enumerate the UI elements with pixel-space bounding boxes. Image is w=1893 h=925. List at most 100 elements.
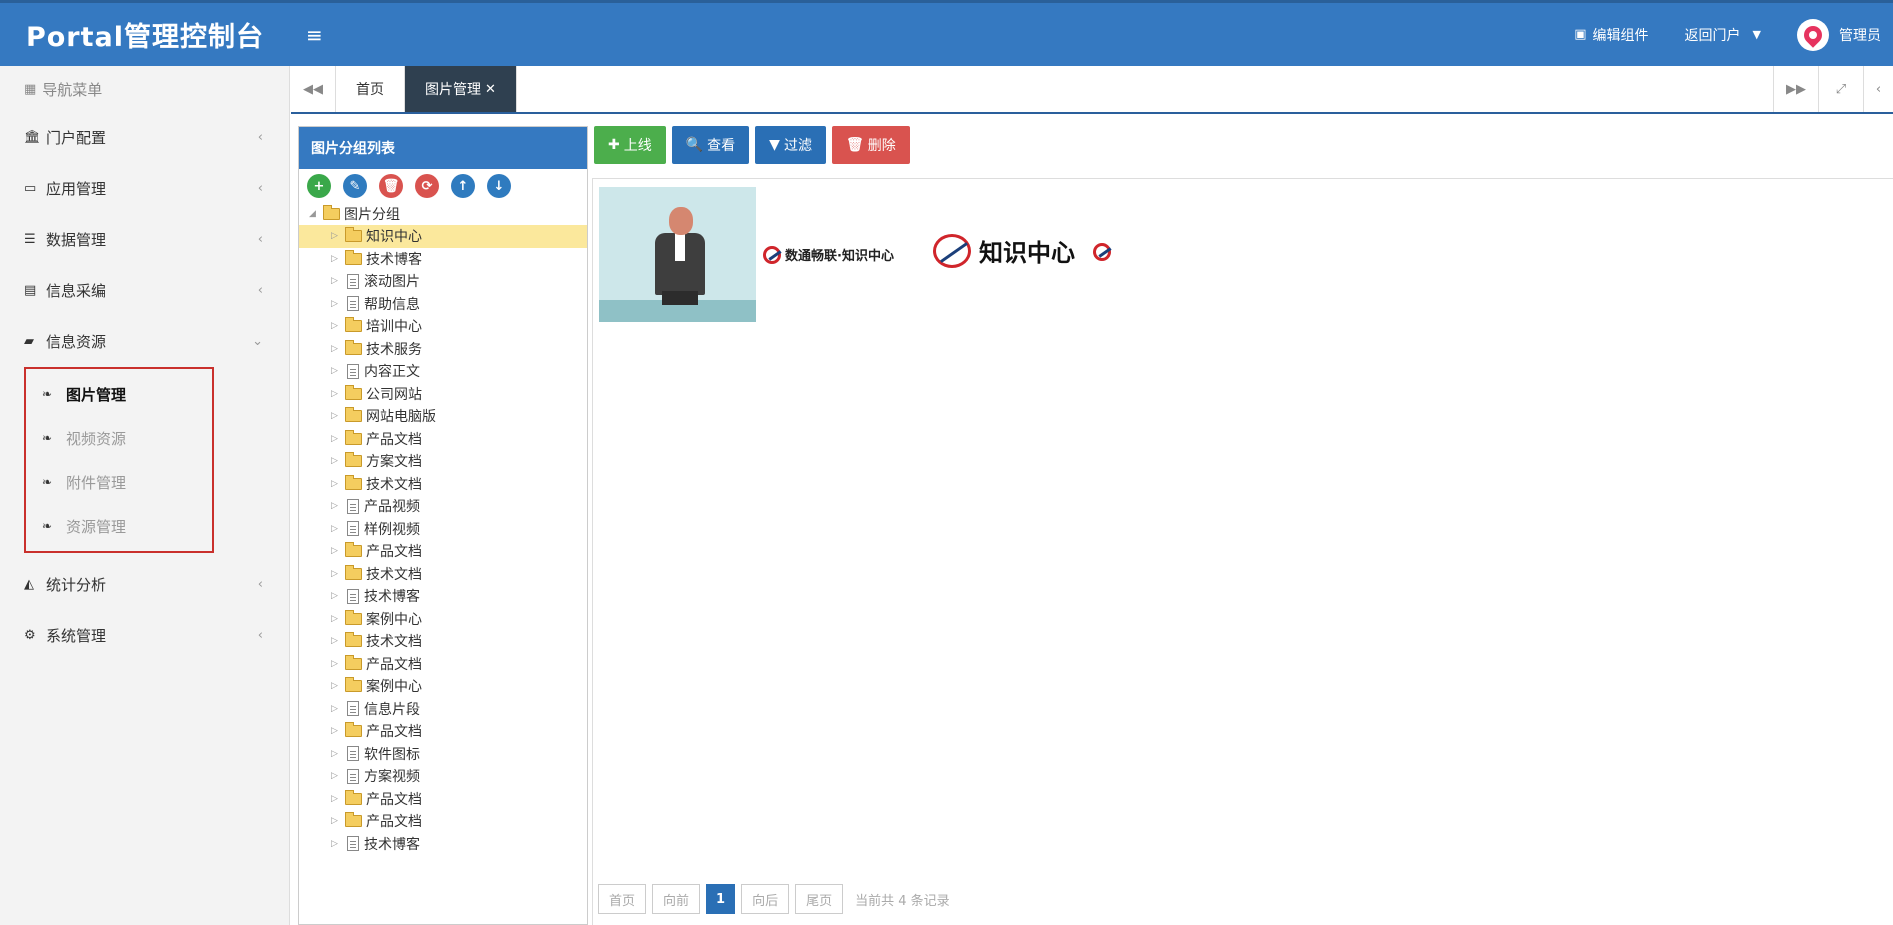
close-icon[interactable]: ✕ <box>485 82 496 97</box>
tree-node[interactable]: ▷ 技术文档 <box>299 563 587 586</box>
tree-node[interactable]: ▷ 样例视频 <box>299 518 587 541</box>
tree-node[interactable]: ▷ 内容正文 <box>299 360 587 383</box>
fullscreen-button[interactable]: ⤢ <box>1818 66 1863 112</box>
tree-node[interactable]: ▷ 技术博客 <box>299 248 587 271</box>
tab-home[interactable]: 首页 <box>336 66 405 112</box>
tree-node[interactable]: ▷ 产品文档 <box>299 540 587 563</box>
move-down-icon[interactable]: ↓ <box>487 174 511 198</box>
collapsed-triangle-icon[interactable]: ▷ <box>331 524 345 534</box>
tree-node[interactable]: ▷ 知识中心 <box>299 225 587 248</box>
tree-node[interactable]: ▷ 网站电脑版 <box>299 405 587 428</box>
delete-node-icon[interactable]: 🗑 <box>379 174 403 198</box>
sidebar-item-info-resources[interactable]: ▰ 信息资源 ⌄ <box>0 316 289 367</box>
tree-node-label: 内容正文 <box>364 364 420 381</box>
collapsed-triangle-icon[interactable]: ▷ <box>331 479 345 489</box>
first-page-button[interactable]: 首页 <box>598 884 647 914</box>
collapsed-triangle-icon[interactable]: ▷ <box>331 389 345 399</box>
delete-button[interactable]: 🗑 删除 <box>831 126 910 164</box>
collapsed-triangle-icon[interactable]: ▷ <box>331 276 345 286</box>
collapsed-triangle-icon[interactable]: ▷ <box>331 704 345 714</box>
tree-node[interactable]: ▷ 产品文档 <box>299 788 587 811</box>
last-page-button[interactable]: 尾页 <box>795 884 844 914</box>
user-menu[interactable]: 管理员 <box>1797 18 1881 51</box>
collapsed-triangle-icon[interactable]: ▷ <box>331 366 345 376</box>
collapsed-triangle-icon[interactable]: ▷ <box>331 569 345 579</box>
page-number-button[interactable]: 1 <box>706 884 736 914</box>
scroll-tabs-right-button[interactable]: ▶▶ <box>1773 66 1818 112</box>
sidebar-item-system-management[interactable]: ⚙ 系统管理 ‹ <box>0 610 289 661</box>
tree-node[interactable]: ▷ 产品文档 <box>299 653 587 676</box>
collapsed-triangle-icon[interactable]: ▷ <box>331 659 345 669</box>
collapsed-triangle-icon[interactable]: ▷ <box>331 591 345 601</box>
collapsed-triangle-icon[interactable]: ▷ <box>331 816 345 826</box>
collapsed-triangle-icon[interactable]: ▷ <box>331 749 345 759</box>
prev-page-button[interactable]: 向前 <box>652 884 701 914</box>
filter-button[interactable]: ▼ 过滤 <box>755 126 826 164</box>
collapsed-triangle-icon[interactable]: ▷ <box>331 501 345 511</box>
tree-node[interactable]: ▷ 方案文档 <box>299 450 587 473</box>
sidebar-item-info-edit[interactable]: ▤ 信息采编 ‹ <box>0 265 289 316</box>
tree-node[interactable]: ▷ 信息片段 <box>299 698 587 721</box>
collapsed-triangle-icon[interactable]: ▷ <box>331 411 345 421</box>
tree-node[interactable]: ▷ 产品文档 <box>299 720 587 743</box>
collapsed-triangle-icon[interactable]: ▷ <box>331 456 345 466</box>
scroll-tabs-left-button[interactable]: ◀◀ <box>291 66 336 112</box>
back-portal-dropdown[interactable]: 返回门户 ▼ <box>1685 25 1761 45</box>
tree-node[interactable]: ▷ 产品文档 <box>299 810 587 833</box>
tab-options-button[interactable]: ‹ <box>1863 66 1893 112</box>
refresh-node-icon[interactable]: ⟳ <box>415 174 439 198</box>
collapsed-triangle-icon[interactable]: ▷ <box>331 321 345 331</box>
tree-node[interactable]: ▷ 方案视频 <box>299 765 587 788</box>
collapsed-triangle-icon[interactable]: ▷ <box>331 636 345 646</box>
tree-node[interactable]: ▷ 软件图标 <box>299 743 587 766</box>
businessman-head <box>669 207 693 235</box>
collapsed-triangle-icon[interactable]: ▷ <box>331 231 345 241</box>
tree-node[interactable]: ▷ 产品文档 <box>299 428 587 451</box>
tree-node[interactable]: ▷ 技术服务 <box>299 338 587 361</box>
tree-node[interactable]: ▷ 帮助信息 <box>299 293 587 316</box>
tree-node[interactable]: ▷ 技术文档 <box>299 630 587 653</box>
collapsed-triangle-icon[interactable]: ▷ <box>331 546 345 556</box>
collapsed-triangle-icon[interactable]: ▷ <box>331 839 345 849</box>
tree-node[interactable]: ▷ 产品视频 <box>299 495 587 518</box>
tree-node[interactable]: ▷ 技术博客 <box>299 585 587 608</box>
tree-node[interactable]: ▷ 滚动图片 <box>299 270 587 293</box>
submenu-item-resource-management[interactable]: ❧ 资源管理 <box>26 504 212 548</box>
tree-node[interactable]: ▷ 技术博客 <box>299 833 587 856</box>
next-page-button[interactable]: 向后 <box>741 884 790 914</box>
image-thumbnail-logo-icon[interactable] <box>1093 243 1115 261</box>
tree-node[interactable]: ▷ 公司网站 <box>299 383 587 406</box>
collapsed-triangle-icon[interactable]: ▷ <box>331 681 345 691</box>
sidebar-item-statistics[interactable]: ◭ 统计分析 ‹ <box>0 559 289 610</box>
collapsed-triangle-icon[interactable]: ▷ <box>331 726 345 736</box>
collapsed-triangle-icon[interactable]: ▷ <box>331 344 345 354</box>
collapsed-triangle-icon[interactable]: ▷ <box>331 434 345 444</box>
image-thumbnail-logo-large[interactable]: 知识中心 <box>933 233 1075 268</box>
image-thumbnail-logo-small[interactable]: 数通畅联·知识中心 <box>763 245 894 264</box>
submenu-item-attachment-management[interactable]: ❧ 附件管理 <box>26 460 212 504</box>
collapsed-triangle-icon[interactable]: ▷ <box>331 771 345 781</box>
sidebar-item-data-management[interactable]: ☰ 数据管理 ‹ <box>0 214 289 265</box>
image-thumbnail-businessman[interactable] <box>599 187 756 322</box>
tree-node[interactable]: ▷ 技术文档 <box>299 473 587 496</box>
collapsed-triangle-icon[interactable]: ▷ <box>331 614 345 624</box>
edit-node-icon[interactable]: ✎ <box>343 174 367 198</box>
collapsed-triangle-icon[interactable]: ▷ <box>331 794 345 804</box>
menu-toggle-icon[interactable]: ≡ <box>306 23 323 47</box>
add-node-icon[interactable]: + <box>307 174 331 198</box>
tree-root[interactable]: ◢ 图片分组 <box>299 203 587 225</box>
edit-widget-link[interactable]: ▣ 编辑组件 <box>1574 25 1648 45</box>
tree-node[interactable]: ▷ 案例中心 <box>299 675 587 698</box>
tree-node[interactable]: ▷ 培训中心 <box>299 315 587 338</box>
upload-button[interactable]: ✚ 上线 <box>594 126 666 164</box>
collapsed-triangle-icon[interactable]: ▷ <box>331 299 345 309</box>
view-button[interactable]: 🔍 查看 <box>671 126 750 164</box>
tab-image-management[interactable]: 图片管理 ✕ <box>405 66 517 112</box>
collapsed-triangle-icon[interactable]: ▷ <box>331 254 345 264</box>
submenu-item-image-management[interactable]: ❧ 图片管理 <box>26 372 212 416</box>
submenu-item-video-resources[interactable]: ❧ 视频资源 <box>26 416 212 460</box>
sidebar-item-app-management[interactable]: ▭ 应用管理 ‹ <box>0 163 289 214</box>
sidebar-item-portal-config[interactable]: 🏛 门户配置 ‹ <box>0 112 289 163</box>
tree-node[interactable]: ▷ 案例中心 <box>299 608 587 631</box>
move-up-icon[interactable]: ↑ <box>451 174 475 198</box>
